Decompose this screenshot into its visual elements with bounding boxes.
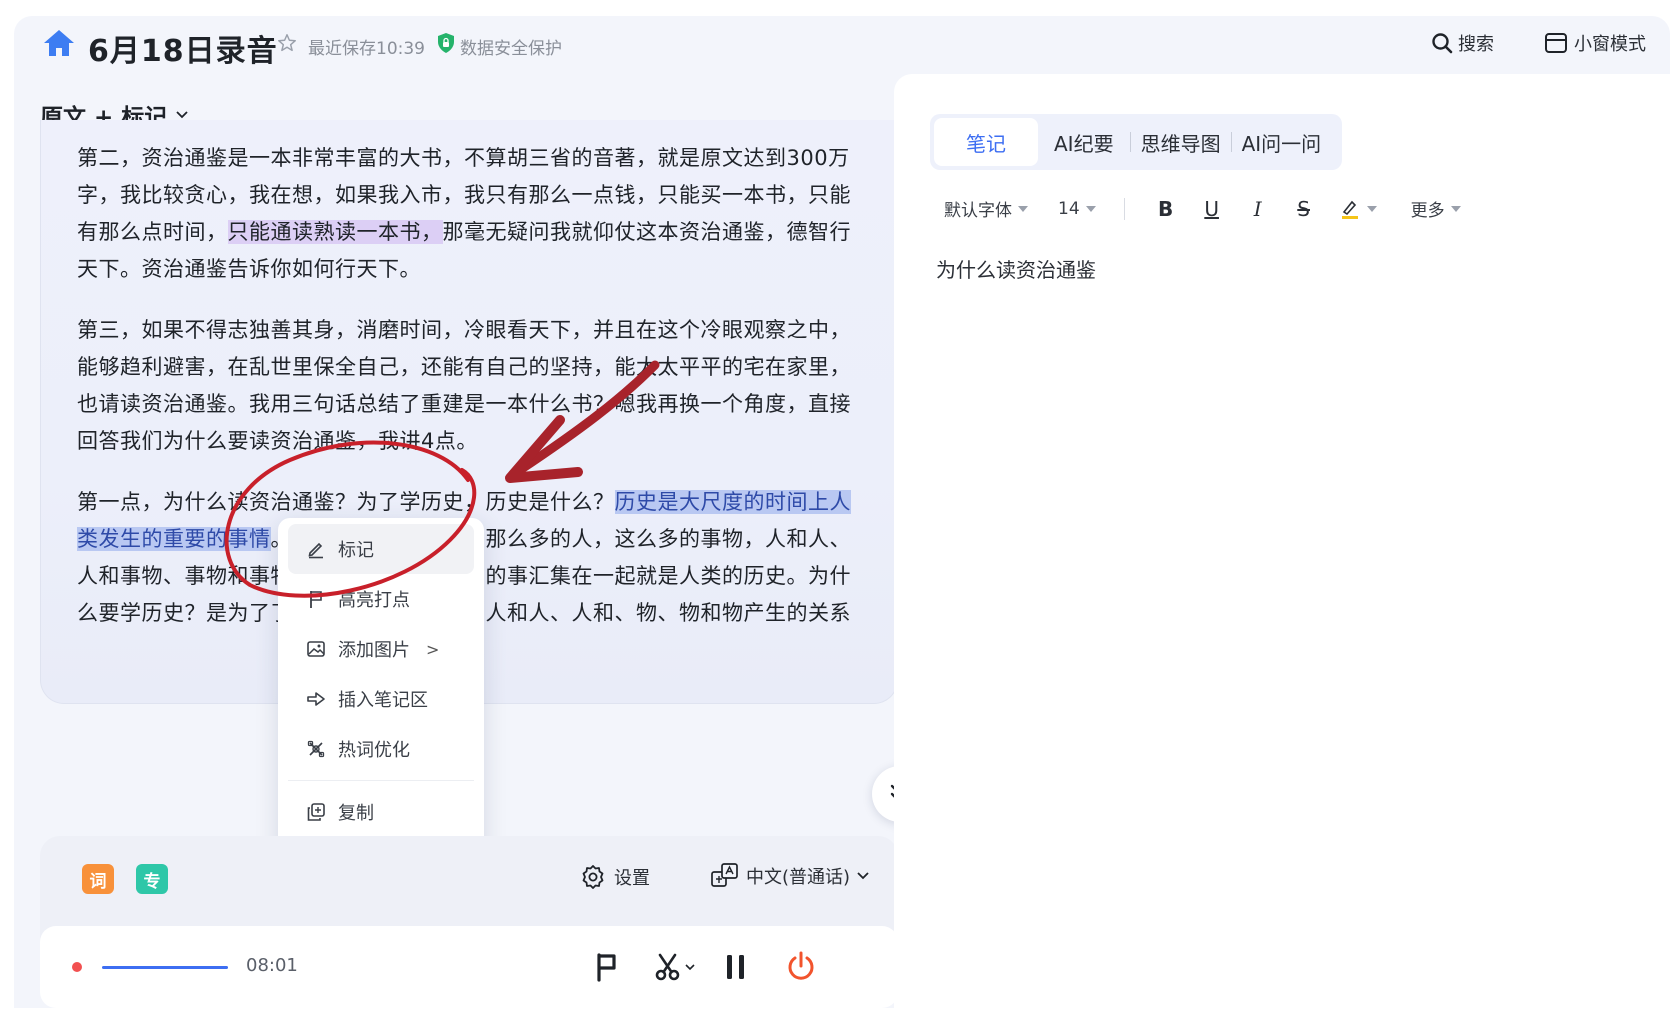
bold-button[interactable]: B (1143, 197, 1189, 221)
app-window: 6月18日录音 最近保存10:39 数据安全保护 搜索 小窗模式 原文 + 标记… (14, 16, 1670, 1008)
menu-divider (288, 780, 474, 781)
translate-icon (711, 863, 738, 887)
chevron-down-icon (685, 964, 695, 971)
highlighter-icon (1341, 200, 1358, 219)
pen-icon (308, 542, 323, 559)
menu-item-add-image[interactable]: 添加图片 > (288, 624, 474, 674)
stop-recording-button[interactable] (786, 950, 816, 986)
highlight-color-button[interactable] (1339, 198, 1377, 220)
note-content[interactable]: 为什么读资治通鉴 (936, 254, 1096, 283)
flag-icon (597, 953, 616, 982)
language-label: 中文(普通话) (746, 867, 851, 888)
save-status: 最近保存10:39 (308, 39, 425, 59)
search-label: 搜索 (1458, 34, 1494, 55)
more-format-button[interactable]: 更多 (1411, 196, 1461, 221)
hotword-icon (307, 740, 325, 758)
scissors-icon (655, 953, 680, 981)
menu-item-hotword[interactable]: 热词优化 (288, 724, 474, 774)
window-icon (1545, 33, 1567, 53)
search-icon (1432, 33, 1453, 54)
menu-item-mark[interactable]: 标记 (288, 524, 474, 574)
tab-ai-ask[interactable]: AI问一问 (1232, 118, 1332, 166)
home-icon[interactable] (42, 28, 76, 58)
mini-window-button[interactable]: 小窗模式 (1544, 30, 1646, 56)
recording-time: 08:01 (246, 955, 298, 976)
page-title[interactable]: 6月18日录音 (88, 26, 278, 70)
font-family-select[interactable]: 默认字体 (944, 196, 1028, 221)
transcript-paragraph[interactable]: 第三，如果不得志独善其身，消磨时间，冷眼看天下，并且在这个冷眼观察之中，能够趋利… (77, 312, 861, 460)
italic-button[interactable]: I (1235, 197, 1281, 221)
chevron-right-icon: > (426, 639, 440, 659)
recording-indicator (72, 962, 82, 972)
vocabulary-tool-button[interactable]: 词 (82, 864, 114, 894)
notes-tabs: 笔记 AI纪要 思维导图 AI问一问 (930, 114, 1342, 170)
power-icon (788, 951, 814, 980)
font-size-select[interactable]: 14 (1058, 199, 1096, 219)
strikethrough-button[interactable]: S (1281, 197, 1327, 221)
chevron-down-icon (857, 872, 869, 880)
copy-icon (307, 803, 325, 821)
transcript-paragraph[interactable]: 第二，资治通鉴是一本非常丰富的大书，不算胡三省的音著，就是原文达到300万字，我… (77, 140, 861, 288)
settings-label: 设置 (614, 868, 650, 889)
tab-mind-map[interactable]: 思维导图 (1131, 118, 1231, 166)
settings-button[interactable]: 设置 (580, 864, 650, 890)
audio-waveform (102, 966, 228, 969)
arrow-right-icon (307, 692, 325, 706)
menu-item-highlight-point[interactable]: 高亮打点 (288, 574, 474, 624)
star-icon[interactable] (276, 32, 298, 54)
flag-icon (310, 591, 322, 608)
mark-point-button[interactable] (594, 952, 620, 986)
toolbar-divider (1123, 197, 1125, 220)
caret-down-icon (1018, 205, 1028, 212)
shield-icon (438, 33, 454, 53)
language-dropdown[interactable]: 中文(普通话) (710, 862, 870, 890)
caret-down-icon (1085, 205, 1096, 212)
notes-panel: 笔记 AI纪要 思维导图 AI问一问 默认字体 14 B U I S 更多 为什… (894, 74, 1670, 1008)
pause-icon (727, 955, 744, 979)
tab-ai-summary[interactable]: AI纪要 (1038, 118, 1130, 166)
format-toolbar: 默认字体 14 B U I S 更多 (944, 196, 1461, 221)
menu-item-copy[interactable]: 复制 (288, 787, 474, 837)
recording-controls: 08:01 (40, 926, 898, 1008)
caret-down-icon (1450, 205, 1461, 212)
underline-button[interactable]: U (1189, 197, 1235, 221)
recording-panel: 词 专 设置 中文(普通话) 08:01 (40, 836, 898, 1008)
window-label: 小窗模式 (1574, 34, 1646, 55)
menu-item-insert-notes[interactable]: 插入笔记区 (288, 674, 474, 724)
gear-icon (582, 865, 604, 889)
image-icon (307, 641, 325, 657)
specialty-tool-button[interactable]: 专 (136, 864, 168, 894)
caret-down-icon (1366, 205, 1377, 212)
cut-dropdown-button[interactable] (654, 952, 696, 982)
security-label: 数据安全保护 (460, 39, 562, 59)
chevron-down-icon (176, 111, 188, 119)
tab-notes[interactable]: 笔记 (934, 118, 1038, 166)
pause-button[interactable] (724, 952, 748, 986)
search-button[interactable]: 搜索 (1430, 30, 1494, 56)
highlighted-text[interactable]: 只能通读熟读一本书， (227, 220, 443, 244)
header: 6月18日录音 最近保存10:39 数据安全保护 搜索 小窗模式 (14, 16, 1670, 72)
